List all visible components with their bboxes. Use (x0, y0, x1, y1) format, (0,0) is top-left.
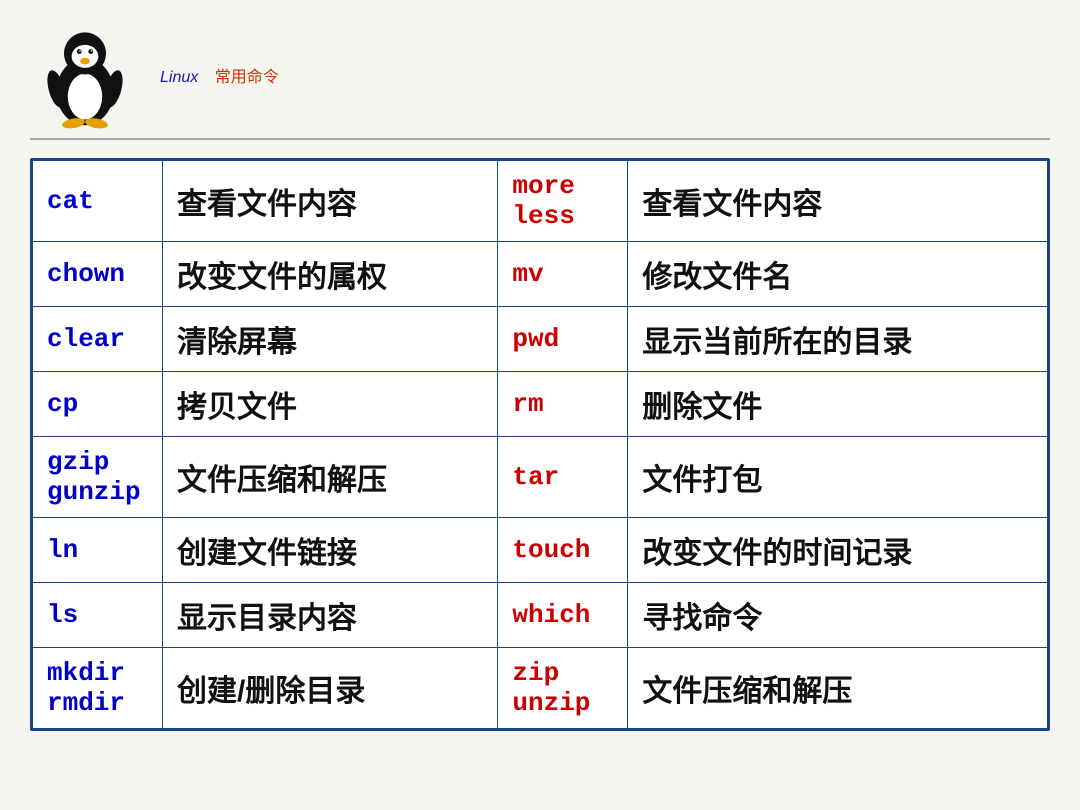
table-row: cat查看文件内容more less查看文件内容 (33, 161, 1048, 242)
cmd-left: ls (33, 583, 163, 648)
desc-right: 寻找命令 (628, 583, 1048, 648)
cmd-left: cp (33, 372, 163, 437)
desc-right: 改变文件的时间记录 (628, 518, 1048, 583)
commands-table: cat查看文件内容more less查看文件内容chown改变文件的属权mv修改… (32, 160, 1048, 729)
table-row: gzip gunzip文件压缩和解压tar文件打包 (33, 437, 1048, 518)
cmd-right: tar (498, 437, 628, 518)
cmd-right: pwd (498, 307, 628, 372)
desc-left: 创建/删除目录 (163, 648, 498, 729)
desc-right: 文件压缩和解压 (628, 648, 1048, 729)
table-row: chown改变文件的属权mv修改文件名 (33, 242, 1048, 307)
title-linux: Linux (160, 69, 198, 86)
cmd-left: ln (33, 518, 163, 583)
cmd-right: which (498, 583, 628, 648)
cmd-right: more less (498, 161, 628, 242)
desc-right: 修改文件名 (628, 242, 1048, 307)
desc-left: 显示目录内容 (163, 583, 498, 648)
cmd-right: mv (498, 242, 628, 307)
cmd-right: touch (498, 518, 628, 583)
desc-right: 显示当前所在的目录 (628, 307, 1048, 372)
cmd-left: chown (33, 242, 163, 307)
page-title: Linux 常用命令 (160, 63, 279, 87)
cmd-left: cat (33, 161, 163, 242)
commands-table-container: cat查看文件内容more less查看文件内容chown改变文件的属权mv修改… (30, 158, 1050, 731)
tux-icon (30, 20, 140, 130)
table-row: cp拷贝文件rm删除文件 (33, 372, 1048, 437)
table-row: ln创建文件链接touch改变文件的时间记录 (33, 518, 1048, 583)
table-row: mkdir rmdir创建/删除目录zip unzip文件压缩和解压 (33, 648, 1048, 729)
desc-right: 查看文件内容 (628, 161, 1048, 242)
desc-right: 删除文件 (628, 372, 1048, 437)
table-row: ls显示目录内容which寻找命令 (33, 583, 1048, 648)
desc-left: 创建文件链接 (163, 518, 498, 583)
desc-left: 改变文件的属权 (163, 242, 498, 307)
cmd-left: gzip gunzip (33, 437, 163, 518)
page: Linux 常用命令 cat查看文件内容more less查看文件内容chown… (0, 0, 1080, 810)
desc-left: 查看文件内容 (163, 161, 498, 242)
header: Linux 常用命令 (30, 20, 1050, 140)
cmd-left: clear (33, 307, 163, 372)
table-row: clear清除屏幕pwd显示当前所在的目录 (33, 307, 1048, 372)
title-chinese: 常用命令 (215, 69, 279, 86)
desc-right: 文件打包 (628, 437, 1048, 518)
cmd-left: mkdir rmdir (33, 648, 163, 729)
cmd-right: rm (498, 372, 628, 437)
desc-left: 清除屏幕 (163, 307, 498, 372)
desc-left: 拷贝文件 (163, 372, 498, 437)
cmd-right: zip unzip (498, 648, 628, 729)
desc-left: 文件压缩和解压 (163, 437, 498, 518)
